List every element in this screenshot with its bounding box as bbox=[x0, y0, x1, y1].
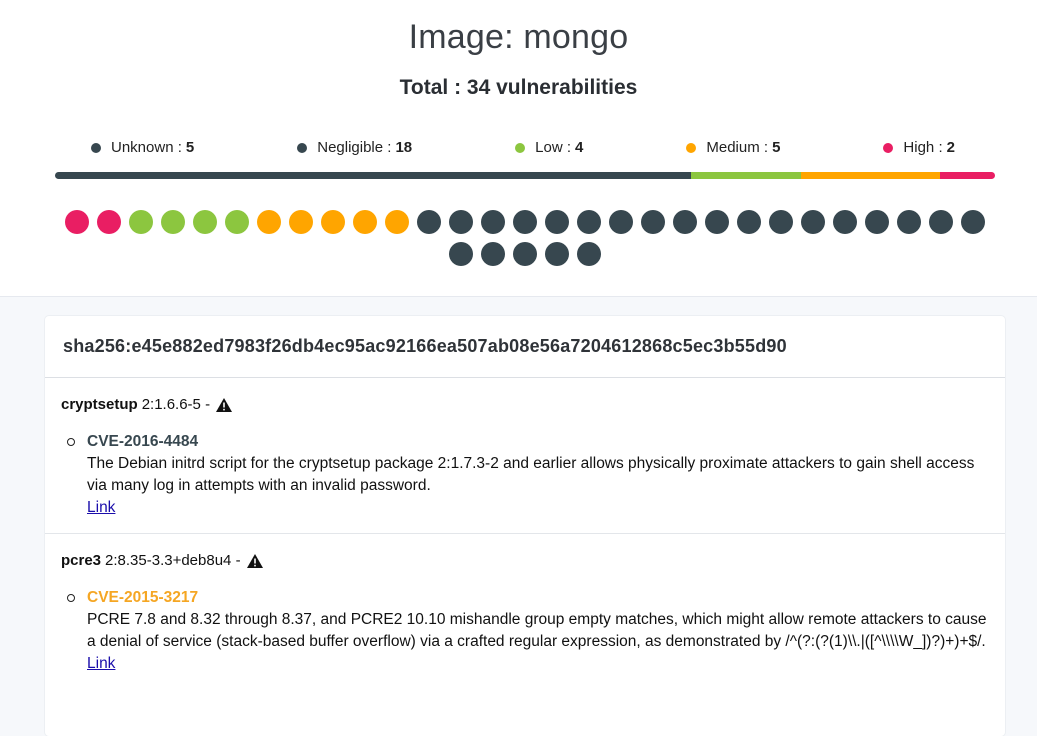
vulnerability-dot-medium[interactable] bbox=[321, 210, 345, 234]
legend-medium: Medium : 5 bbox=[686, 139, 780, 156]
vulnerability-dot-other[interactable] bbox=[673, 210, 697, 234]
total-vulnerabilities: Total : 34 vulnerabilities bbox=[399, 76, 638, 99]
cve-link[interactable]: Link bbox=[87, 653, 115, 675]
vulnerability-dot-other[interactable] bbox=[513, 210, 537, 234]
vulnerability-dot-other[interactable] bbox=[609, 210, 633, 234]
low-dot-icon bbox=[515, 142, 526, 153]
vulnerability-dot-other[interactable] bbox=[801, 210, 825, 234]
vulnerability-dot-medium[interactable] bbox=[257, 210, 281, 234]
package-title: pcre3 2:8.35-3.3+deb8u4 - bbox=[61, 552, 987, 569]
summary-header: Image: mongo Total : 34 vulnerabilities … bbox=[0, 0, 1037, 297]
legend-count: 18 bbox=[395, 139, 413, 156]
list-item: CVE-2015-3217 PCRE 7.8 and 8.32 through … bbox=[61, 587, 987, 675]
legend-count: 2 bbox=[946, 139, 955, 156]
page-title: Image: mongo bbox=[408, 18, 629, 56]
legend-negligible: Negligible : 18 bbox=[297, 139, 412, 156]
medium-dot-icon bbox=[686, 142, 697, 153]
vulnerability-dot-other[interactable] bbox=[545, 242, 569, 266]
vulnerability-dots bbox=[55, 210, 995, 266]
vulnerability-dot-low[interactable] bbox=[161, 210, 185, 234]
legend-label: Low : bbox=[535, 139, 572, 156]
legend-low: Low : 4 bbox=[515, 139, 583, 156]
bar-segment-unknown-negligible bbox=[55, 172, 691, 179]
package-name: cryptsetup bbox=[61, 396, 138, 413]
cve-description: PCRE 7.8 and 8.32 through 8.37, and PCRE… bbox=[87, 611, 987, 650]
high-dot-icon bbox=[883, 142, 894, 153]
warning-icon bbox=[216, 397, 233, 412]
bar-segment-low bbox=[690, 172, 802, 179]
vulnerability-dot-other[interactable] bbox=[577, 210, 601, 234]
severity-bar bbox=[55, 172, 995, 179]
negligible-dot-icon bbox=[297, 142, 308, 153]
vulnerability-dot-high[interactable] bbox=[65, 210, 89, 234]
legend-label: High : bbox=[903, 139, 943, 156]
vulnerability-dot-low[interactable] bbox=[225, 210, 249, 234]
legend-label: Negligible : bbox=[317, 139, 392, 156]
layer-sha: sha256:e45e882ed7983f26db4ec95ac92166ea5… bbox=[45, 316, 1005, 378]
vulnerability-dot-other[interactable] bbox=[961, 210, 985, 234]
package-version: 2:8.35-3.3+deb8u4 - bbox=[105, 552, 241, 569]
package-name: pcre3 bbox=[61, 552, 102, 569]
legend-count: 5 bbox=[185, 139, 195, 156]
vulnerability-dot-other[interactable] bbox=[513, 242, 537, 266]
legend-count: 4 bbox=[575, 139, 584, 156]
vulnerability-dot-other[interactable] bbox=[865, 210, 889, 234]
bar-segment-medium bbox=[801, 172, 940, 179]
cve-description: The Debian initrd script for the cryptse… bbox=[87, 455, 975, 494]
vulnerability-dot-other[interactable] bbox=[417, 210, 441, 234]
vulnerability-dot-low[interactable] bbox=[193, 210, 217, 234]
vulnerability-dot-other[interactable] bbox=[481, 210, 505, 234]
unknown-dot-icon bbox=[91, 142, 101, 153]
vulnerability-dot-other[interactable] bbox=[897, 210, 921, 234]
vulnerability-dot-low[interactable] bbox=[129, 210, 153, 234]
cve-list: CVE-2016-4484 The Debian initrd script f… bbox=[61, 431, 987, 533]
vulnerability-dot-other[interactable] bbox=[449, 242, 473, 266]
package-title: cryptsetup 2:1.6.6-5 - bbox=[61, 396, 987, 413]
list-item: CVE-2016-4484 The Debian initrd script f… bbox=[61, 431, 987, 519]
severity-legend: Unknown : 5 Negligible : 18 Low : 4 Medi… bbox=[55, 139, 995, 156]
vulnerability-dot-other[interactable] bbox=[705, 210, 729, 234]
cve-list: CVE-2015-3217 PCRE 7.8 and 8.32 through … bbox=[61, 587, 987, 689]
vulnerability-dot-medium[interactable] bbox=[289, 210, 313, 234]
vulnerability-dot-medium[interactable] bbox=[385, 210, 409, 234]
warning-icon bbox=[246, 553, 263, 568]
vulnerability-dot-other[interactable] bbox=[929, 210, 953, 234]
vulnerability-dot-other[interactable] bbox=[641, 210, 665, 234]
legend-unknown: Unknown : 5 bbox=[91, 139, 194, 156]
cve-link[interactable]: Link bbox=[87, 497, 115, 519]
cve-id: CVE-2016-4484 bbox=[87, 433, 199, 450]
image-layer-card: sha256:e45e882ed7983f26db4ec95ac92166ea5… bbox=[45, 316, 1005, 736]
vulnerability-dot-other[interactable] bbox=[737, 210, 761, 234]
vulnerability-dot-high[interactable] bbox=[97, 210, 121, 234]
package-version: 2:1.6.6-5 - bbox=[141, 396, 211, 413]
vulnerability-dot-other[interactable] bbox=[833, 210, 857, 234]
package-pcre3: pcre3 2:8.35-3.3+deb8u4 - CVE-2015-3217 … bbox=[45, 534, 1005, 689]
vulnerability-dot-other[interactable] bbox=[481, 242, 505, 266]
legend-high: High : 2 bbox=[883, 139, 955, 156]
package-cryptsetup: cryptsetup 2:1.6.6-5 - CVE-2016-4484 The… bbox=[45, 378, 1005, 534]
legend-label: Medium : bbox=[706, 139, 769, 156]
legend-label: Unknown : bbox=[111, 139, 182, 156]
vulnerability-dot-other[interactable] bbox=[449, 210, 473, 234]
vulnerability-dot-other[interactable] bbox=[769, 210, 793, 234]
legend-count: 5 bbox=[772, 139, 781, 156]
bar-segment-high bbox=[939, 172, 995, 179]
vulnerability-dot-other[interactable] bbox=[545, 210, 569, 234]
vulnerability-dot-medium[interactable] bbox=[353, 210, 377, 234]
cve-id: CVE-2015-3217 bbox=[87, 589, 199, 606]
vulnerability-dot-other[interactable] bbox=[577, 242, 601, 266]
